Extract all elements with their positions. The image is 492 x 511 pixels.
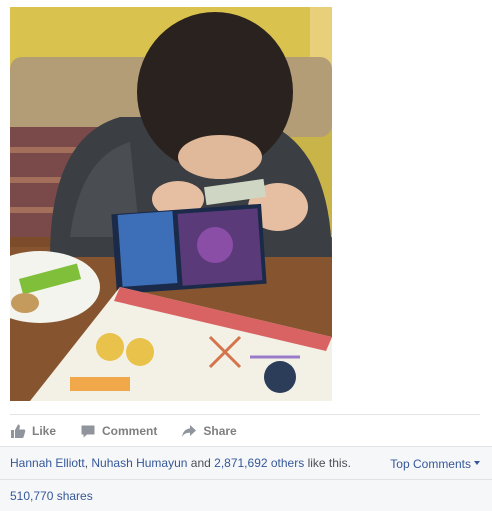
comment-icon — [80, 423, 96, 439]
likes-and: and — [187, 456, 215, 470]
top-comments-label: Top Comments — [390, 456, 471, 471]
liker-name-2[interactable]: Nuhash Humayun — [91, 456, 187, 470]
share-arrow-icon — [181, 423, 197, 439]
share-button[interactable]: Share — [181, 415, 237, 446]
comment-label: Comment — [102, 423, 158, 438]
shares-row: 510,770 shares — [0, 479, 492, 511]
post-action-bar: Like Comment Share — [10, 414, 480, 446]
like-label: Like — [32, 423, 57, 438]
thumbs-up-icon — [10, 423, 26, 439]
likes-summary: Hannah Elliott , Nuhash Humayun and 2,87… — [0, 446, 492, 479]
chevron-down-icon — [474, 460, 480, 465]
comment-button[interactable]: Comment — [80, 415, 157, 446]
likes-suffix: like this. — [304, 456, 351, 470]
like-button[interactable]: Like — [10, 415, 56, 446]
post-photo[interactable] — [10, 7, 332, 401]
photo-boy-with-wallet — [10, 7, 332, 401]
liker-name-1[interactable]: Hannah Elliott — [10, 456, 85, 470]
shares-count-link[interactable]: 510,770 shares — [10, 489, 93, 503]
likes-others-link[interactable]: 2,871,692 others — [214, 456, 304, 470]
share-label: Share — [203, 423, 237, 438]
top-comments-dropdown[interactable]: Top Comments — [390, 447, 480, 480]
likes-separator: , — [84, 456, 92, 470]
